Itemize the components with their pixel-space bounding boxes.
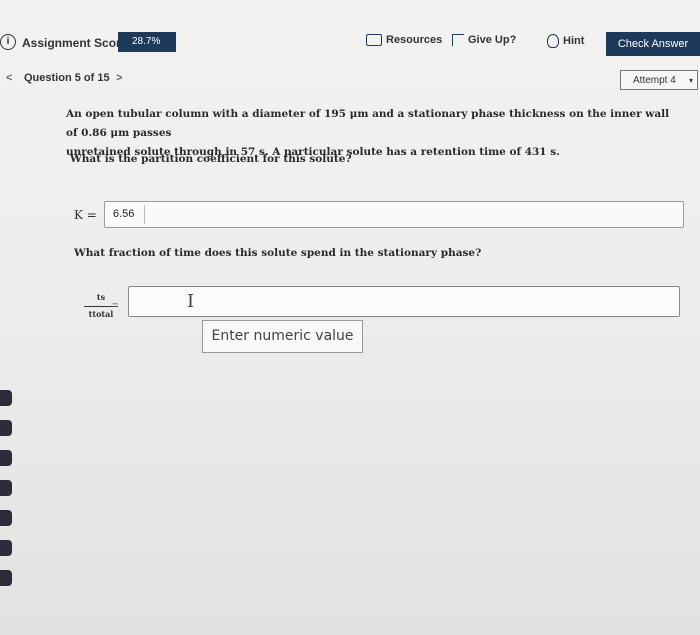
give-up-label: Give Up? <box>468 34 517 46</box>
hint-label: Hint <box>563 35 585 47</box>
attempt-label: Attempt 4 <box>633 75 676 86</box>
resources-icon <box>366 34 382 46</box>
fraction-answer-input[interactable]: I <box>128 286 680 317</box>
edge-mark <box>0 570 12 586</box>
part2-prompt: What fraction of time does this solute s… <box>74 247 482 259</box>
edge-mark <box>0 540 12 556</box>
edge-mark <box>0 390 12 406</box>
resources-button[interactable]: Resources <box>366 34 442 46</box>
info-circle-icon[interactable]: i <box>0 34 16 50</box>
assignment-score-label: Assignment Score: <box>22 36 132 50</box>
input-hint-tooltip: Enter numeric value <box>202 320 363 353</box>
give-up-button[interactable]: Give Up? <box>452 34 516 46</box>
question-prompt: What is the partition coefficient for th… <box>70 153 352 165</box>
k-answer-value[interactable]: 6.56 <box>105 205 145 224</box>
hint-icon <box>547 34 559 48</box>
previous-question-button[interactable]: < <box>6 72 12 84</box>
k-answer-field[interactable]: 6.56 <box>104 201 684 228</box>
text-cursor-icon: I <box>187 291 195 312</box>
give-up-icon <box>452 34 464 46</box>
fraction-denominator: ttotal <box>88 309 114 319</box>
hint-button[interactable]: Hint <box>547 34 584 48</box>
top-toolbar: i Assignment Score: 28.7% Resources Give… <box>0 0 700 58</box>
edge-mark <box>0 510 12 526</box>
resources-label: Resources <box>386 34 443 46</box>
next-question-button[interactable]: > <box>116 72 122 84</box>
assignment-score-value: 28.7% <box>118 32 176 52</box>
edge-mark <box>0 480 12 496</box>
edge-mark <box>0 420 12 436</box>
question-counter: Question 5 of 15 <box>24 72 110 84</box>
edge-mark <box>0 450 12 466</box>
check-answer-button[interactable]: Check Answer <box>606 32 700 56</box>
k-label: K = <box>74 208 97 222</box>
chevron-down-icon: ▾ <box>688 76 693 85</box>
question-text-line-1: An open tubular column with a diameter o… <box>66 108 670 139</box>
equals-sign: = <box>112 300 119 312</box>
attempt-dropdown[interactable]: Attempt 4 ▾ <box>620 70 698 90</box>
